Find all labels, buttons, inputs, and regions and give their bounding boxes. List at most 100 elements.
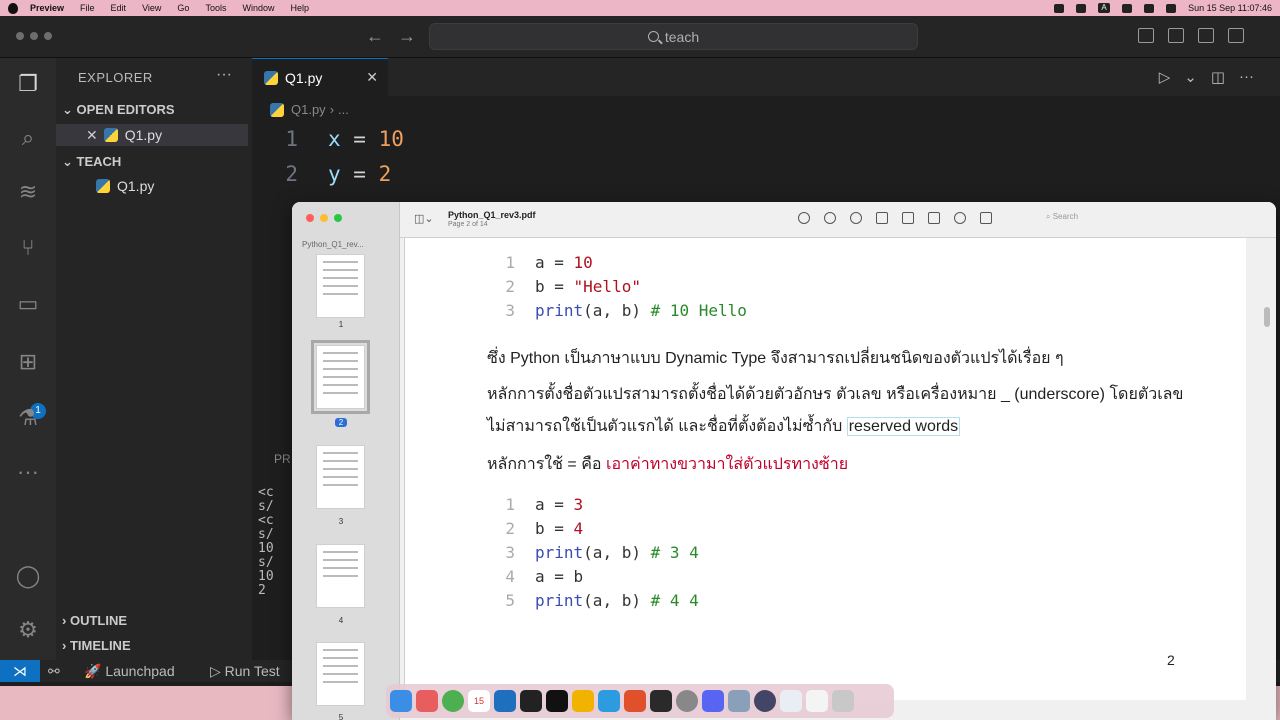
search-icon: [647, 31, 659, 42]
thumbnail-number: 2: [335, 418, 347, 427]
settings-gear-icon[interactable]: ⚙: [14, 616, 42, 644]
record-icon[interactable]: [1054, 3, 1065, 13]
menu-edit[interactable]: Edit: [111, 3, 127, 13]
menu-help[interactable]: Help: [290, 3, 309, 13]
nav-arrows[interactable]: ←→: [366, 26, 430, 47]
thumbnail-number: 3: [338, 517, 344, 526]
terminal-fragment: <c s/ <c s/ 10 s/ 10 2: [258, 485, 274, 598]
search-field[interactable]: ⌕ Search: [1046, 212, 1078, 222]
account-icon[interactable]: ◯: [14, 562, 42, 590]
window-controls[interactable]: [16, 32, 52, 40]
activity-monitor-icon[interactable]: [650, 690, 672, 712]
page-thumbnail[interactable]: [316, 642, 365, 706]
remote-explorer-icon[interactable]: ▭: [14, 290, 42, 318]
code-line: 2 y = 2: [285, 161, 392, 186]
window-thumbnail-icon[interactable]: [806, 690, 828, 712]
python-file-icon: [103, 128, 118, 142]
page-thumbnail[interactable]: [316, 254, 365, 318]
source-control-icon[interactable]: ⑂: [14, 234, 42, 262]
thumbnail-number: 1: [338, 320, 344, 329]
breadcrumb[interactable]: Q1.py › ...: [270, 102, 349, 117]
panel-title-fragment: PR: [274, 452, 291, 466]
open-editors-section[interactable]: ⌄ OPEN EDITORS: [62, 102, 175, 118]
menu-app-name[interactable]: Preview: [30, 3, 64, 13]
paragraph-dynamic-type: ซึ่ง Python เป็นภาษาแบบ Dynamic Type จึง…: [487, 350, 1064, 367]
share-icon: [876, 212, 888, 224]
pdf-page: 1a = 10 2b = "Hello" 3 print (a, b) # 10 H…: [404, 238, 1246, 700]
folder-section[interactable]: ⌄ TEACH: [62, 154, 121, 170]
preview-window: Python_Q1_rev... 1 2 3 4 5 ◫⌄ Python_Q1_…: [292, 202, 1276, 720]
code-editor[interactable]: 1 x = 10 2 y = 2: [252, 121, 1280, 191]
trash-icon[interactable]: [832, 690, 854, 712]
preview-toolbar: ◫⌄ Python_Q1_rev3.pdf Page 2 of 14 ⌕ Sea…: [400, 202, 1276, 238]
thumbnail-number: 4: [338, 616, 344, 625]
page-thumbnail[interactable]: [316, 544, 365, 608]
scrollbar[interactable]: [1264, 242, 1270, 692]
cloud-app-icon[interactable]: [598, 690, 620, 712]
input-source-icon[interactable]: A: [1098, 3, 1111, 13]
more-actions-icon[interactable]: ···: [216, 66, 232, 84]
menu-window[interactable]: Window: [242, 3, 274, 13]
quicktime-icon[interactable]: [754, 690, 776, 712]
document-title: Python_Q1_rev3.pdf: [448, 210, 536, 220]
tab-q1py[interactable]: Q1.py ✕: [252, 58, 388, 96]
finder-icon[interactable]: [390, 690, 412, 712]
open-editor-item[interactable]: ✕ Q1.py: [56, 124, 248, 146]
sidebar-toggle-icon[interactable]: ◫⌄: [414, 212, 434, 225]
window-controls[interactable]: [306, 214, 342, 222]
file-tree-item[interactable]: Q1.py: [56, 175, 248, 197]
page-thumbnail[interactable]: [316, 445, 365, 509]
search-text: teach: [664, 28, 700, 45]
layout-controls[interactable]: [1138, 28, 1244, 43]
menu-view[interactable]: View: [142, 3, 161, 13]
more-icon[interactable]: ···: [14, 458, 42, 486]
pen-app-icon[interactable]: [624, 690, 646, 712]
system-settings-icon[interactable]: [676, 690, 698, 712]
preview-tools[interactable]: [798, 212, 992, 224]
vscode-icon[interactable]: [494, 690, 516, 712]
testing-icon[interactable]: ⚗: [14, 404, 42, 432]
search-icon[interactable]: ⌕: [14, 124, 42, 152]
files-icon[interactable]: ❐: [14, 70, 42, 98]
zoom-in-icon: [850, 212, 862, 224]
zoom-out-icon: [824, 212, 836, 224]
battery-icon[interactable]: [1076, 3, 1087, 13]
page-thumbnail-selected[interactable]: [311, 340, 370, 414]
launchpad-icon[interactable]: [416, 690, 438, 712]
chrome-icon[interactable]: [442, 690, 464, 712]
docker-icon[interactable]: ≋: [14, 178, 42, 206]
close-tab-icon[interactable]: ✕: [366, 69, 378, 86]
outline-section[interactable]: › OUTLINE: [62, 613, 127, 628]
close-icon[interactable]: ✕: [86, 127, 98, 144]
discord-icon[interactable]: [702, 690, 724, 712]
menu-tools[interactable]: Tools: [205, 3, 226, 13]
wifi-icon[interactable]: [1122, 3, 1133, 13]
annotate-icon: [954, 212, 966, 224]
terminal-alt-icon[interactable]: [546, 690, 568, 712]
timeline-section[interactable]: › TIMELINE: [62, 638, 131, 653]
python-file-icon: [96, 179, 110, 193]
extensions-icon[interactable]: ⊞: [14, 348, 42, 376]
page-number: 2: [1167, 652, 1175, 668]
terminal-icon[interactable]: [520, 690, 542, 712]
control-center-icon[interactable]: [1166, 3, 1177, 13]
code-line: 4a = b: [505, 566, 584, 586]
command-center-search[interactable]: teach: [429, 23, 918, 50]
menu-file[interactable]: File: [80, 3, 95, 13]
calendar-icon[interactable]: 15: [468, 690, 490, 712]
thumbnail-number: 5: [338, 713, 344, 720]
editor-actions[interactable]: ▷ ⌄ ◫ ···: [1159, 68, 1254, 86]
explorer-title: EXPLORER: [78, 70, 153, 85]
document-icon[interactable]: [780, 690, 802, 712]
menubar-clock[interactable]: Sun 15 Sep 11:07:46: [1188, 3, 1272, 13]
spotlight-icon[interactable]: [1144, 3, 1155, 13]
apple-icon[interactable]: [8, 2, 18, 14]
run-test-button[interactable]: ▷ Run Test: [210, 663, 280, 680]
launchpad-button[interactable]: 🚀 Launchpad: [84, 663, 175, 680]
menu-go[interactable]: Go: [177, 3, 189, 13]
remote-indicator-icon[interactable]: ⋊: [0, 660, 40, 682]
code-line: 3 print (a, b) # 10 Hello: [505, 300, 747, 320]
python-launcher-icon[interactable]: [572, 690, 594, 712]
preview-app-icon[interactable]: [728, 690, 750, 712]
remote-icon[interactable]: ⚯: [48, 663, 60, 680]
